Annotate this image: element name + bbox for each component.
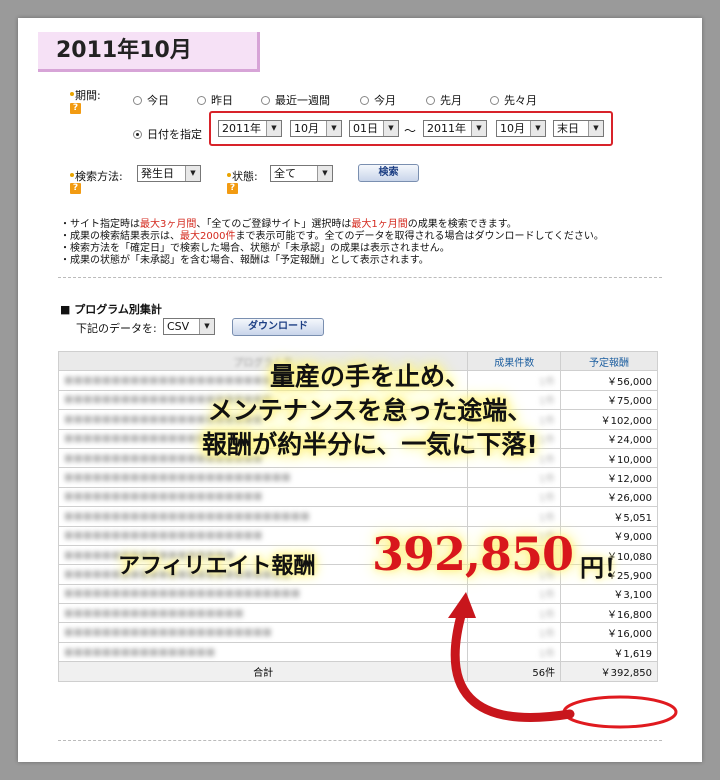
curved-arrow-icon xyxy=(450,607,575,722)
total-highlight-ellipse xyxy=(562,695,678,729)
arrow-head-icon xyxy=(448,592,476,618)
arrow-overlay xyxy=(448,592,678,729)
